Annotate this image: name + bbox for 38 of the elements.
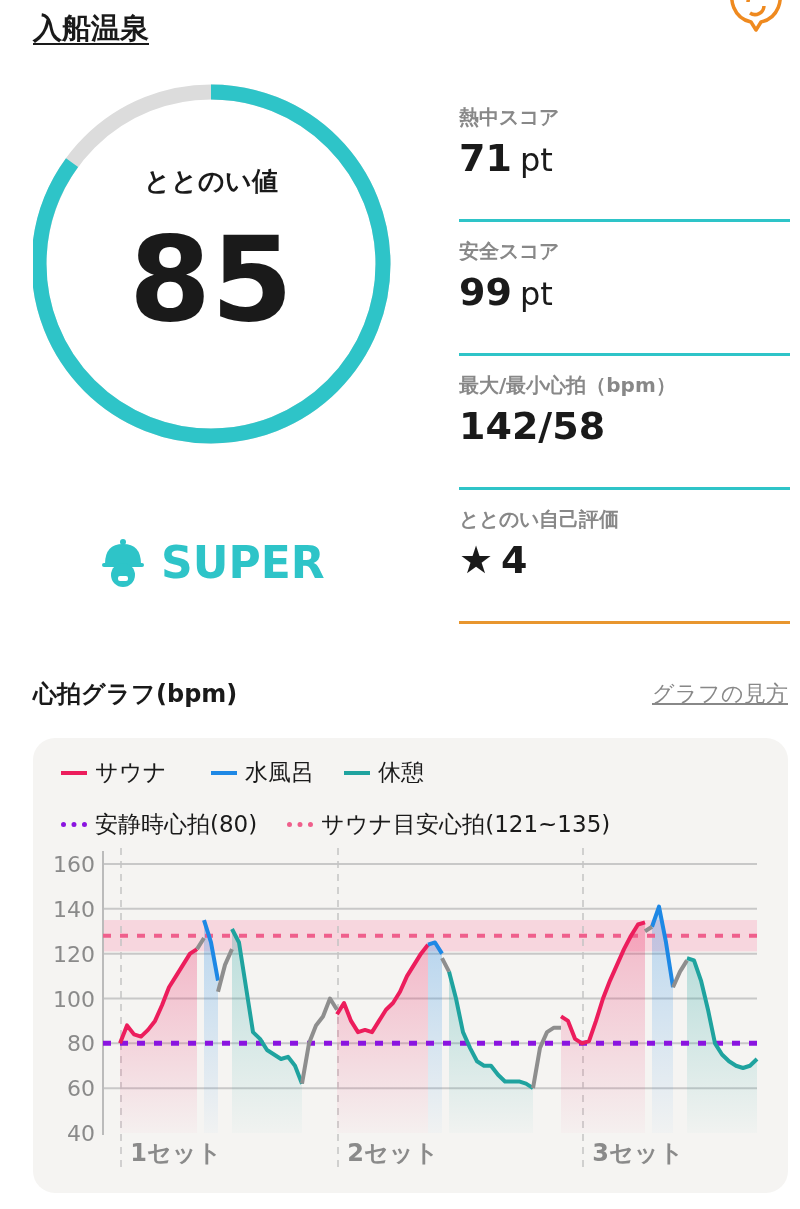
stat-label: 安全スコア [459, 237, 560, 265]
axis-tick-label: 2セット [347, 1138, 439, 1167]
stat-value: 71 [459, 134, 512, 182]
axis-tick-label: 80 [67, 1031, 95, 1056]
gauge-label: ととのい値 [144, 165, 278, 196]
axis-tick-label: 100 [53, 986, 95, 1012]
axis-tick-label: 160 [53, 851, 95, 877]
mascot-icon [101, 537, 145, 588]
legend-swatch [344, 770, 370, 775]
stat-label: 最大/最小心拍（bpm） [459, 371, 677, 399]
axis-tick-label: 60 [67, 1075, 95, 1101]
gauge-value: 85 [128, 209, 294, 348]
section-title: 心拍グラフ(bpm) [33, 678, 238, 710]
stat-unit: pt [519, 273, 553, 315]
stat-value: 142/58 [459, 402, 606, 450]
legend-label: サウナ目安心拍(121~135) [321, 810, 611, 840]
stat-label: ととのい自己評価 [459, 505, 620, 533]
stat-unit: pt [519, 139, 553, 181]
legend-label: サウナ [95, 758, 167, 788]
stat-label: 熱中スコア [459, 103, 560, 131]
help-link[interactable]: グラフの見方 [652, 677, 788, 711]
axis-tick-label: 3セット [592, 1138, 684, 1167]
axis-tick-label: 120 [53, 941, 95, 967]
stat-value: 99 [459, 268, 512, 316]
rank-label: SUPER [161, 535, 325, 590]
legend-label: 水風呂 [245, 758, 314, 788]
star-symbol: ★ [459, 536, 494, 584]
axis-tick-label: 1セット [130, 1138, 222, 1167]
legend-swatch [61, 770, 87, 775]
legend-swatch [211, 770, 237, 775]
axis-tick-label: 40 [67, 1120, 95, 1146]
legend-label: 安静時心拍(80) [95, 810, 258, 840]
legend-label: 休憩 [378, 758, 424, 788]
legend-swatch [287, 822, 314, 828]
legend-swatch [61, 822, 87, 828]
stat-value: 4 [501, 536, 528, 584]
page-title: 入船温泉 [33, 10, 149, 47]
axis-tick-label: 140 [53, 896, 95, 922]
